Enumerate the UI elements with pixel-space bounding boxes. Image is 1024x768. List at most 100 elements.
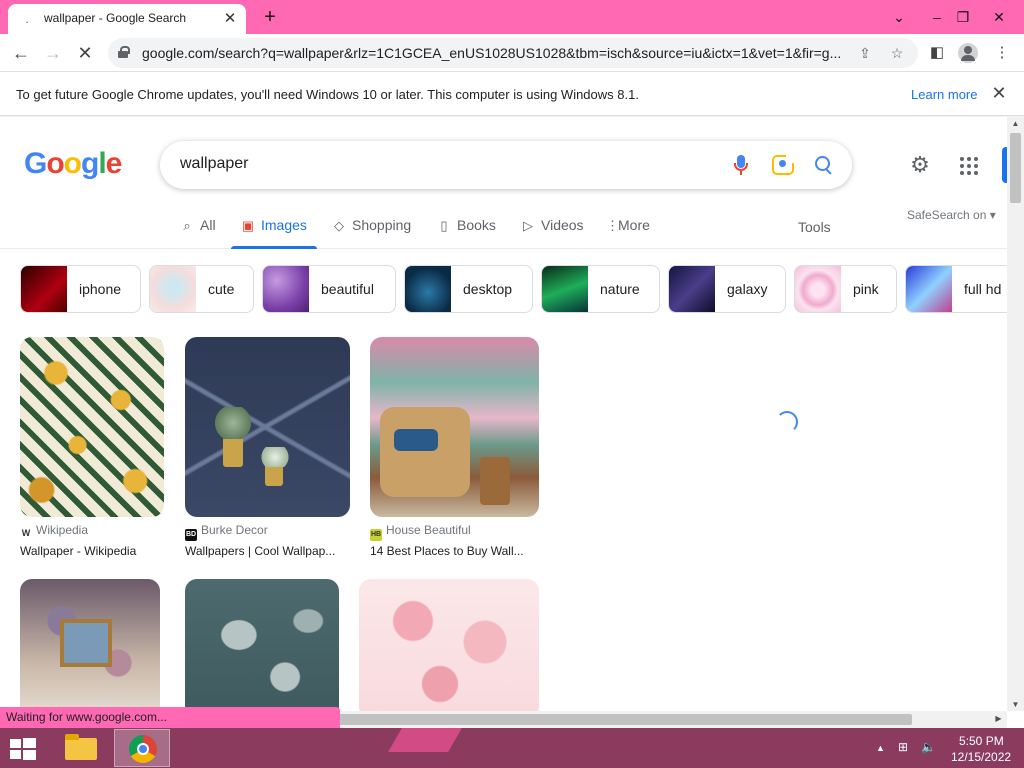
chip-thumbnail: [405, 266, 451, 312]
tab-books[interactable]: ▯ Books: [437, 217, 496, 247]
lock-icon[interactable]: [118, 46, 130, 58]
source-label: Burke Decor: [201, 523, 268, 537]
pillow-decor: [394, 429, 438, 451]
chip-desktop[interactable]: desktop: [404, 265, 533, 313]
google-lens-icon[interactable]: [772, 155, 794, 175]
tab-shopping[interactable]: ◇ Shopping: [332, 217, 411, 247]
result-image[interactable]: [370, 337, 539, 517]
tab-strip: . wallpaper - Google Search ✕ + ⌄ – ❐ ✕: [0, 0, 1024, 34]
chip-pink[interactable]: pink: [794, 265, 897, 313]
side-panel-icon[interactable]: ◧: [924, 40, 950, 66]
tab-images[interactable]: ▣ Images: [231, 217, 317, 249]
wallpaper-decor: [388, 728, 462, 752]
search-input[interactable]: wallpaper: [180, 155, 248, 173]
chip-iphone[interactable]: iphone: [20, 265, 141, 313]
tab-label: Books: [457, 217, 496, 233]
result-source[interactable]: BD Burke Decor: [185, 523, 268, 541]
tab-close-icon[interactable]: ✕: [220, 9, 240, 29]
microphone-icon[interactable]: [732, 153, 750, 177]
new-tab-button[interactable]: +: [258, 5, 282, 29]
chip-label: full hd: [964, 281, 1002, 297]
tab-all[interactable]: ⌕ All: [180, 217, 215, 247]
result-title[interactable]: 14 Best Places to Buy Wall...: [370, 544, 530, 558]
logo-letter: G: [24, 147, 47, 180]
infobar-close-icon[interactable]: ✕: [988, 82, 1010, 104]
chip-thumbnail: [21, 266, 67, 312]
more-menu-icon[interactable]: ⋮: [989, 40, 1015, 66]
chip-thumbnail: [906, 266, 952, 312]
clock-time[interactable]: 5:50 PM: [959, 734, 1004, 748]
framed-picture-decor: [60, 619, 112, 667]
vertical-scroll-thumb[interactable]: [1010, 133, 1021, 203]
tab-videos[interactable]: ▷ Videos: [521, 217, 584, 247]
result-image[interactable]: [185, 579, 339, 711]
status-bubble: Waiting for www.google.com...: [0, 707, 340, 728]
google-logo[interactable]: Google: [24, 147, 122, 181]
plant-decor: [255, 447, 295, 467]
logo-letter: l: [98, 147, 106, 180]
bookmark-star-icon[interactable]: ☆: [886, 42, 908, 64]
file-explorer-button[interactable]: [53, 729, 109, 767]
scroll-down-arrow-icon[interactable]: ▼: [1007, 700, 1024, 709]
window-close-icon[interactable]: ✕: [980, 0, 1018, 34]
forward-arrow-icon[interactable]: →: [40, 40, 66, 66]
url-text[interactable]: google.com/search?q=wallpaper&rlz=1C1GCE…: [142, 45, 842, 61]
loading-dot-icon: .: [25, 12, 29, 26]
burke-decor-icon: BD: [185, 529, 197, 541]
windows-start-icon[interactable]: [6, 736, 38, 762]
result-image[interactable]: [185, 337, 350, 517]
show-hidden-icons-icon[interactable]: ▲: [876, 743, 885, 753]
result-source[interactable]: HB House Beautiful: [370, 523, 471, 541]
planter-decor: [223, 437, 243, 467]
network-icon[interactable]: ⊞: [898, 740, 908, 754]
share-icon[interactable]: ⇪: [854, 42, 876, 64]
search-box[interactable]: wallpaper: [160, 141, 852, 189]
tab-search-chevron-icon[interactable]: ⌄: [880, 0, 918, 34]
chip-label: iphone: [79, 281, 122, 297]
chip-label: galaxy: [727, 281, 768, 297]
search-icon: ⌕: [183, 218, 191, 233]
scroll-up-arrow-icon[interactable]: ▲: [1007, 119, 1024, 128]
search-icon[interactable]: [812, 153, 836, 177]
chip-galaxy[interactable]: galaxy: [668, 265, 786, 313]
chip-cute[interactable]: cute: [149, 265, 254, 313]
back-arrow-icon[interactable]: ←: [8, 40, 34, 66]
tag-icon: ◇: [334, 218, 344, 233]
browser-tab[interactable]: . wallpaper - Google Search ✕: [8, 4, 246, 34]
source-label: Wikipedia: [36, 523, 89, 537]
stop-loading-icon[interactable]: ✕: [72, 40, 98, 66]
profile-avatar-icon[interactable]: [958, 43, 978, 63]
chrome-taskbar-button[interactable]: [114, 729, 170, 767]
chrome-icon: [129, 735, 157, 763]
result-image[interactable]: [20, 337, 164, 517]
safesearch-label: SafeSearch on: [907, 208, 987, 222]
clock-date[interactable]: 12/15/2022: [951, 750, 1011, 764]
logo-letter: g: [81, 147, 99, 180]
plant-decor: [213, 407, 253, 439]
tab-label: More: [618, 217, 650, 233]
vertical-scrollbar[interactable]: ▲ ▼: [1007, 117, 1024, 711]
chip-nature[interactable]: nature: [541, 265, 660, 313]
result-title[interactable]: Wallpapers | Cool Wallpap...: [185, 544, 345, 558]
chip-beautiful[interactable]: beautiful: [262, 265, 396, 313]
restore-icon[interactable]: ❐: [944, 0, 982, 34]
address-bar[interactable]: google.com/search?q=wallpaper&rlz=1C1GCE…: [108, 38, 918, 68]
horizontal-scroll-thumb[interactable]: [338, 714, 912, 725]
logo-letter: o: [63, 147, 82, 180]
book-icon: ▯: [440, 218, 448, 233]
volume-icon[interactable]: 🔈: [921, 740, 936, 754]
result-image[interactable]: [359, 579, 539, 711]
apps-grid-icon[interactable]: [960, 157, 978, 175]
chip-label: desktop: [463, 281, 513, 297]
result-image[interactable]: [20, 579, 160, 711]
scroll-right-arrow-icon[interactable]: ▶: [990, 714, 1007, 723]
learn-more-link[interactable]: Learn more: [911, 87, 977, 102]
tools-button[interactable]: Tools: [798, 219, 831, 235]
result-source[interactable]: W Wikipedia: [20, 523, 88, 539]
settings-gear-icon[interactable]: ⚙: [908, 153, 932, 177]
safesearch-toggle[interactable]: SafeSearch on ▾: [907, 208, 996, 222]
tab-more[interactable]: ⋮More: [606, 217, 650, 247]
chip-full-hd[interactable]: full hd: [905, 265, 1007, 313]
result-title[interactable]: Wallpaper - Wikipedia: [20, 544, 170, 558]
chip-thumbnail: [263, 266, 309, 312]
